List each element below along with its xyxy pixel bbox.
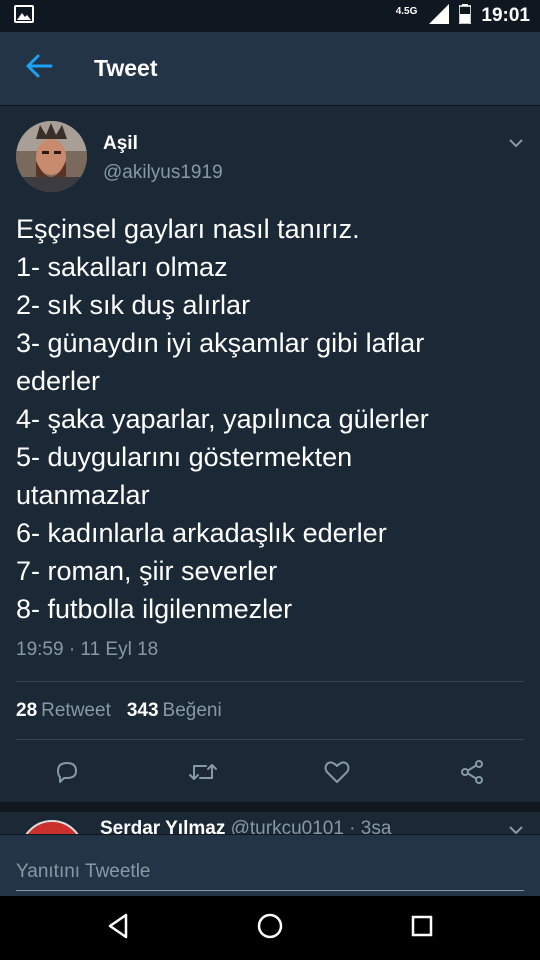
network-type-label: 4.5G [395,5,418,17]
app-bar: Tweet [0,32,540,106]
reply-button[interactable] [51,758,83,790]
like-count: 343 [126,700,159,721]
retweet-icon [188,759,218,790]
tweet-text-line: ederler [16,366,101,396]
tweet-actions [0,754,540,794]
reply-composer [0,834,540,896]
circle-home-icon [256,912,284,945]
retweet-stat[interactable]: 28 Retweet [16,700,111,722]
retweet-button[interactable] [187,758,219,790]
nav-back-button[interactable] [100,910,136,946]
tweet-text-line: 6- kadınlarla arkadaşlık ederler [16,518,387,548]
tweet-text-line: 5- duygularını göstermekten [16,442,353,472]
tweet-stats: 28 Retweet 343 Beğeni [16,700,222,722]
tweet-text: Eşçinsel gayları nasıl tanırız. 1- sakal… [16,210,526,628]
retweet-label: Retweet [41,700,111,721]
section-separator [0,802,540,812]
nav-home-button[interactable] [252,910,288,946]
tweet-text-line: 3- günaydın iyi akşamlar gibi laflar [16,328,425,358]
reply-meta: @turkcu0101 · 3sa [230,818,392,834]
tweet-text-line: Eşçinsel gayları nasıl tanırız. [16,214,360,244]
tweet-header: Aşil @akilyus1919 [16,121,524,193]
page-title: Tweet [94,55,158,81]
tweet-text-line: 7- roman, şiir severler [16,556,278,586]
retweet-count: 28 [16,700,38,721]
tweet-text-line: 1- sakalları olmaz [16,252,228,282]
reply-input[interactable] [16,853,524,891]
heart-icon [324,760,350,789]
tweet-timestamp: 19:59 · 11 Eyl 18 [16,639,159,660]
gallery-notification-icon [14,4,34,28]
battery-icon [458,3,473,29]
like-label: Beğeni [162,700,222,721]
tweet-text-line: utanmazlar [16,480,150,510]
reply-avatar[interactable] [20,820,84,834]
share-icon [459,759,485,790]
divider [16,739,524,740]
like-stat[interactable]: 343 Beğeni [127,700,222,722]
author-handle[interactable]: @akilyus1919 [103,162,223,184]
signal-icon [429,3,450,29]
triangle-back-icon [106,913,130,944]
reply-author: Serdar Yılmaz @turkcu0101 · 3sa [100,818,391,834]
share-button[interactable] [456,758,488,790]
square-recents-icon [410,914,434,943]
back-button[interactable] [0,32,78,106]
reply-author-name: Serdar Yılmaz [100,818,226,834]
nav-recents-button[interactable] [404,910,440,946]
status-bar: 4.5G 19:01 [0,0,540,32]
arrow-left-icon [25,54,53,83]
reply-icon [54,759,80,790]
tweet-text-line: 2- sık sık duş alırlar [16,290,251,320]
avatar[interactable] [16,121,87,192]
system-nav-bar [0,896,540,960]
chevron-down-icon [508,822,524,834]
tweet-options-button[interactable] [508,135,524,153]
clock: 19:01 [481,5,530,26]
reply-options-button[interactable] [508,822,524,834]
chevron-down-icon [508,135,524,152]
divider [16,681,524,682]
tweet-text-line: 4- şaka yaparlar, yapılınca gülerler [16,404,429,434]
tweet-text-line: 8- futbolla ilgilenmezler [16,594,293,624]
tweet-detail: Aşil @akilyus1919 Eşçinsel gayları nasıl… [0,106,540,802]
like-button[interactable] [321,758,353,790]
author-name[interactable]: Aşil [103,133,138,155]
reply-item[interactable]: Serdar Yılmaz @turkcu0101 · 3sa [0,812,540,834]
